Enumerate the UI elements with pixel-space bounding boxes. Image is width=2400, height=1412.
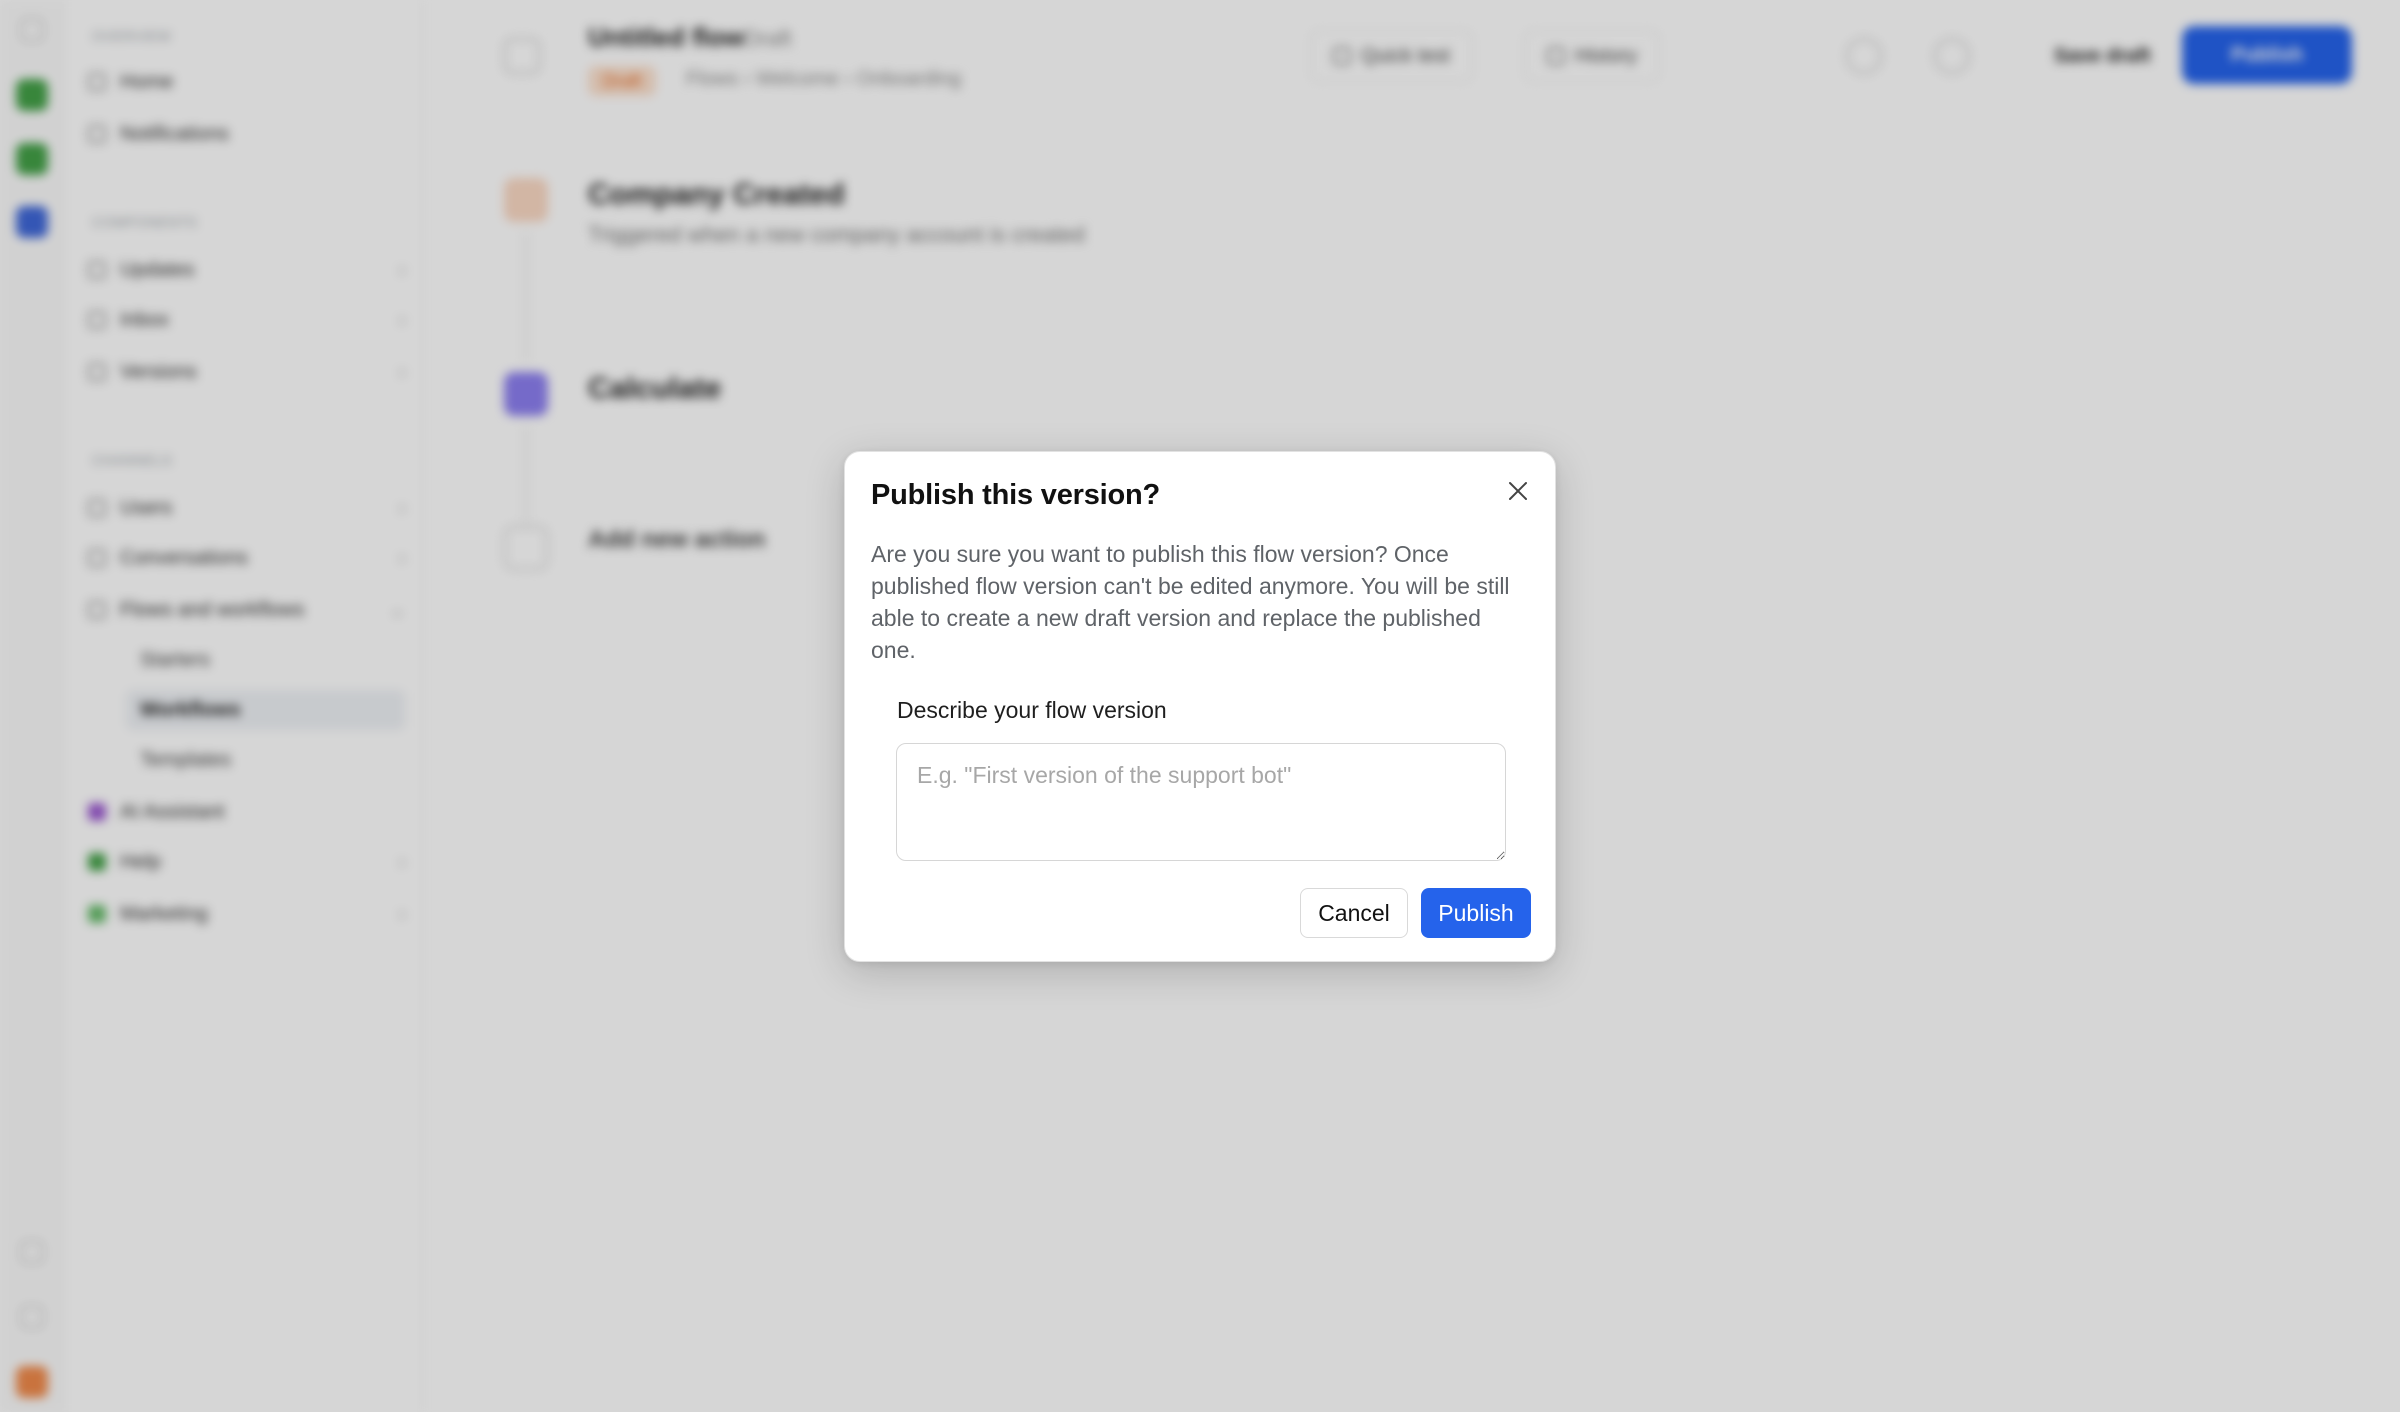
description-field-label: Describe your flow version	[897, 697, 1167, 723]
publish-dialog: Publish this version? Are you sure you w…	[844, 451, 1556, 962]
close-button[interactable]	[1501, 474, 1535, 508]
cancel-button[interactable]: Cancel	[1300, 888, 1408, 938]
publish-button[interactable]: Publish	[1421, 888, 1531, 938]
version-description-input[interactable]	[896, 743, 1506, 861]
close-icon	[1509, 482, 1527, 500]
dialog-body-text: Are you sure you want to publish this fl…	[871, 541, 1510, 663]
dialog-title: Publish this version?	[871, 479, 1161, 511]
app-root: Overview Home Notifications Components U…	[0, 0, 2400, 1412]
